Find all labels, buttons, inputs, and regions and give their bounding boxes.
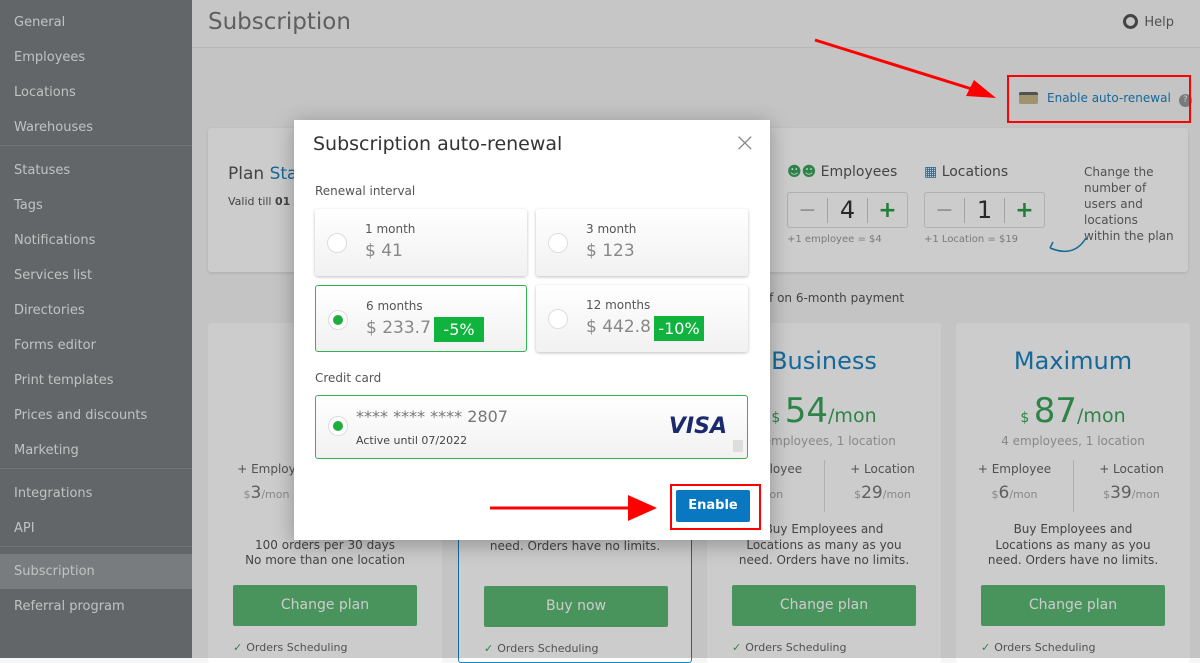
- annotation-arrows: [490, 38, 996, 521]
- annotation-arrowhead-top: [966, 80, 996, 98]
- annotation-arrow-top: [814, 38, 976, 92]
- annotation-arrowhead-bottom: [628, 495, 657, 521]
